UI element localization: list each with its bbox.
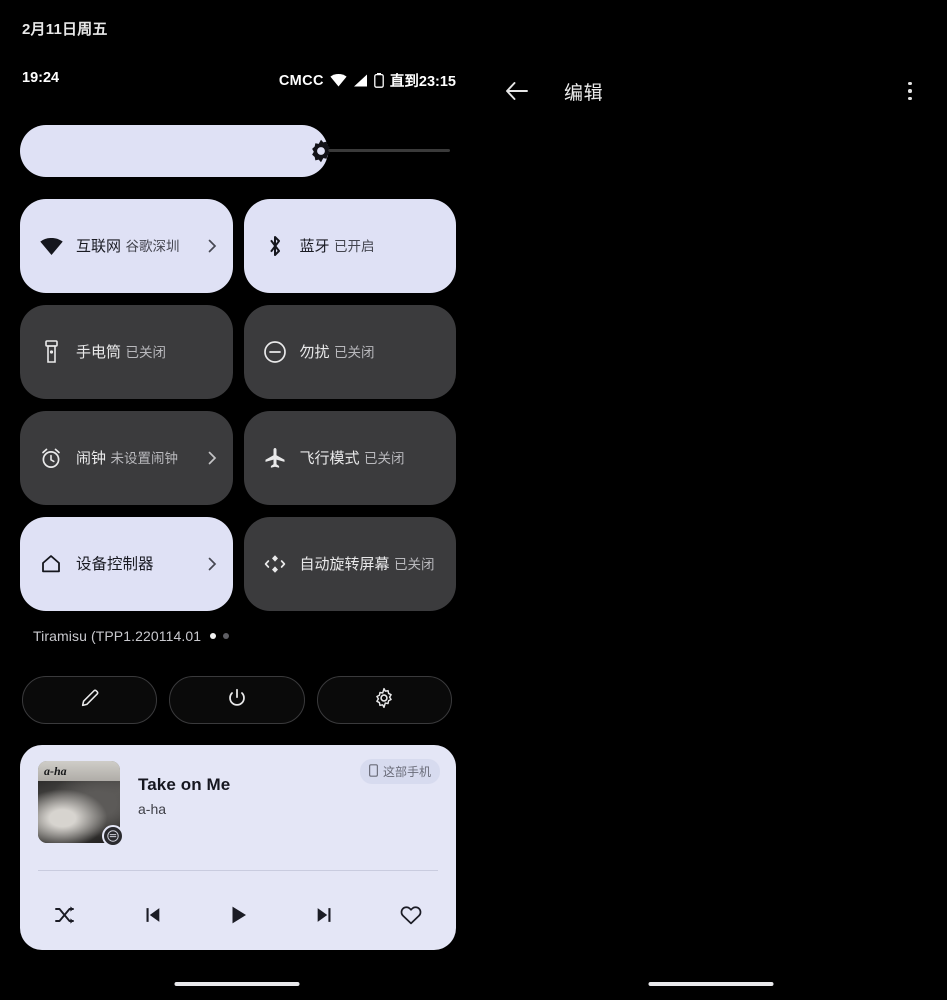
tile-text: 闹钟 未设置闹钟	[76, 449, 199, 468]
home-icon	[38, 551, 64, 577]
tile-title: 飞行模式	[299, 449, 360, 467]
status-bar: 19:24 CMCC 直到23:15	[0, 70, 474, 94]
carrier-label: CMCC	[278, 72, 324, 89]
tile-internet[interactable]: 互联网 谷歌深圳	[20, 199, 233, 293]
tile-bluetooth[interactable]: 蓝牙 已开启	[243, 199, 456, 293]
tile-flashlight[interactable]: 手电筒 已关闭	[20, 305, 233, 399]
album-art-band-text: a-ha	[44, 764, 67, 778]
tile-title: 设备控制器	[76, 555, 154, 573]
do-not-disturb-icon	[262, 339, 288, 365]
tile-title: 勿扰	[299, 343, 330, 361]
shuffle-button[interactable]	[50, 900, 80, 930]
tile-title: 互联网	[76, 237, 122, 255]
media-controls	[38, 885, 438, 945]
bluetooth-icon	[262, 233, 288, 259]
track-artist: a-ha	[138, 801, 167, 817]
phone-icon	[369, 763, 378, 780]
tile-text: 蓝牙 已开启	[300, 237, 443, 256]
wifi-icon	[38, 233, 64, 259]
tile-airplane-mode[interactable]: 飞行模式 已关闭	[243, 411, 456, 505]
edit-button[interactable]	[22, 676, 158, 724]
favorite-button[interactable]	[396, 900, 426, 930]
tile-alarm[interactable]: 闹钟 未设置闹钟	[20, 411, 233, 505]
footer-buttons	[22, 676, 452, 724]
build-info-row: Tiramisu (TPP1.220114.01	[0, 628, 474, 644]
quick-settings-tiles: 互联网 谷歌深圳 蓝牙 已开启 手电筒 已关闭 勿扰 已关闭 闹钟 未设置闹钟 …	[20, 199, 456, 611]
gesture-bar[interactable]	[174, 982, 300, 986]
dual-screenshot: 2月11日周五 19:24 CMCC 直到23:15 互联网 谷歌深圳 蓝牙 已…	[0, 0, 947, 1000]
build-label: Tiramisu (TPP1.220114.01	[33, 628, 202, 644]
tile-title: 自动旋转屏幕	[299, 555, 390, 573]
tile-subtitle: 已关闭	[333, 344, 375, 360]
play-button[interactable]	[223, 900, 253, 930]
brightness-slider[interactable]	[20, 125, 456, 177]
back-arrow-icon[interactable]	[504, 78, 530, 104]
pencil-icon	[79, 687, 101, 714]
tile-subtitle: 已关闭	[363, 450, 405, 466]
chevron-right-icon[interactable]	[205, 451, 219, 465]
tile-title: 手电筒	[76, 343, 122, 361]
date-label: 2月11日周五	[22, 21, 108, 38]
gesture-bar[interactable]	[648, 982, 773, 986]
chevron-right-icon[interactable]	[205, 557, 219, 571]
tile-subtitle: 已关闭	[125, 344, 166, 360]
tile-subtitle: 已开启	[333, 238, 375, 254]
media-divider	[38, 870, 438, 871]
power-button[interactable]	[169, 676, 305, 724]
wifi-icon	[330, 74, 347, 87]
brightness-icon	[308, 138, 334, 164]
tile-text: 手电筒 已关闭	[76, 343, 219, 362]
tile-dnd[interactable]: 勿扰 已关闭	[243, 305, 456, 399]
page-title: 编辑	[564, 82, 604, 104]
tile-subtitle: 谷歌深圳	[125, 238, 180, 254]
album-art-wrapper: a-ha	[38, 761, 124, 847]
edit-header: 编辑	[474, 60, 947, 122]
quick-settings-panel: 2月11日周五 19:24 CMCC 直到23:15 互联网 谷歌深圳 蓝牙 已…	[0, 0, 474, 1000]
page-dot-active	[210, 633, 217, 639]
tile-text: 飞行模式 已关闭	[300, 449, 443, 468]
status-time: 19:24	[22, 70, 60, 86]
more-vertical-icon[interactable]	[899, 79, 921, 103]
tile-title: 蓝牙	[299, 237, 330, 255]
tile-auto-rotate[interactable]: 自动旋转屏幕 已关闭	[243, 517, 456, 611]
chevron-right-icon[interactable]	[205, 239, 219, 253]
tile-text: 设备控制器	[76, 555, 199, 574]
tile-text: 自动旋转屏幕 已关闭	[300, 555, 443, 574]
media-device-label: 这部手机	[382, 765, 431, 779]
airplane-icon	[262, 445, 288, 471]
flashlight-icon	[38, 339, 64, 365]
tile-text: 勿扰 已关闭	[300, 343, 443, 362]
battery-icon	[374, 73, 384, 88]
tile-subtitle: 已关闭	[393, 556, 435, 572]
status-right-cluster: CMCC 直到23:15	[279, 70, 456, 91]
cellular-signal-icon	[353, 74, 368, 87]
next-button[interactable]	[310, 900, 340, 930]
brightness-fill	[20, 125, 328, 177]
previous-button[interactable]	[137, 900, 167, 930]
settings-button[interactable]	[316, 676, 452, 724]
tile-subtitle: 未设置闹钟	[110, 450, 178, 466]
tile-device-controls[interactable]: 设备控制器	[20, 517, 233, 611]
page-indicator[interactable]	[210, 633, 230, 639]
alarm-icon	[38, 445, 64, 471]
battery-remaining-label: 直到23:15	[389, 74, 456, 90]
media-output-device-chip[interactable]: 这部手机	[359, 759, 440, 784]
media-player-card[interactable]: 这部手机 a-ha Take on Me a-ha	[20, 745, 456, 950]
auto-rotate-icon	[262, 551, 288, 577]
edit-tiles-panel: 编辑 按住并拖动即可添加图块 电子钱包	[474, 0, 947, 1000]
page-dot	[223, 633, 230, 639]
tile-text: 互联网 谷歌深圳	[76, 237, 199, 256]
music-app-icon	[102, 825, 124, 847]
gear-icon	[373, 687, 395, 714]
tile-title: 闹钟	[76, 449, 107, 467]
power-icon	[226, 687, 248, 714]
